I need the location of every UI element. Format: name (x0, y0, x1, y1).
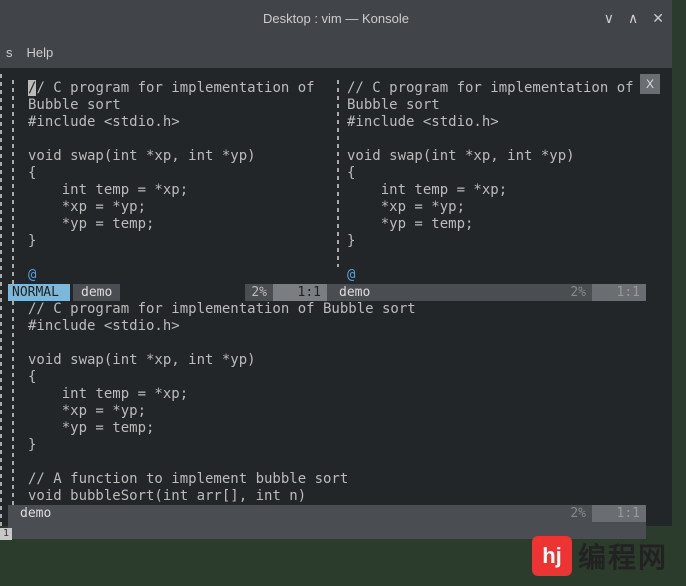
minimize-icon[interactable]: ∨ (604, 10, 614, 27)
cursor-position: 1:1 (273, 284, 327, 301)
fold-gutter (8, 80, 28, 284)
menu-item-help[interactable]: Help (27, 45, 54, 60)
code-bottom[interactable]: // C program for implementation of Bubbl… (28, 301, 646, 505)
vim-editor: // C program for implementation of Bubbl… (8, 80, 646, 526)
logo-text: 编程网 (578, 536, 668, 576)
window-titlebar[interactable]: Desktop : vim — Konsole ∨ ∧ ✕ (0, 0, 672, 36)
file-percent: 2% (564, 505, 592, 522)
end-marker: @ (347, 267, 355, 283)
file-percent: 2% (245, 284, 273, 301)
menu-bar: s Help (0, 36, 672, 68)
logo-icon: hj (532, 536, 572, 576)
filename: demo (73, 284, 120, 301)
fold-gutter (327, 80, 347, 267)
menu-item-left[interactable]: s (6, 45, 13, 60)
fold-gutter (8, 301, 28, 505)
pane-top-right[interactable]: // C program for implementation of Bubbl… (327, 80, 646, 301)
mode-indicator: NORMAL (8, 284, 70, 301)
cursor-position: 1:1 (592, 284, 646, 301)
watermark-logo: hj 编程网 (532, 536, 668, 576)
window-controls: ∨ ∧ ✕ (604, 0, 664, 36)
statusline-top-right: demo 2% 1:1 (327, 284, 646, 301)
maximize-icon[interactable]: ∧ (628, 10, 638, 27)
pane-bottom[interactable]: // C program for implementation of Bubbl… (8, 301, 646, 539)
konsole-window: Desktop : vim — Konsole ∨ ∧ ✕ s Help X /… (0, 0, 672, 526)
cursor-position: 1:1 (592, 505, 646, 522)
left-edge-gutter (0, 74, 2, 526)
filename: demo (327, 284, 378, 301)
ruler-indicator: 1 (0, 528, 12, 540)
file-percent: 2% (564, 284, 592, 301)
pane-top-left[interactable]: // C program for implementation of Bubbl… (8, 80, 327, 301)
window-title: Desktop : vim — Konsole (263, 11, 409, 26)
filename: demo (8, 505, 59, 522)
close-icon[interactable]: ✕ (652, 10, 664, 27)
code-top-left[interactable]: // C program for implementation of Bubbl… (28, 80, 327, 284)
statusline-bottom: demo 2% 1:1 (8, 505, 646, 522)
terminal-area[interactable]: X // C program for implementation of Bub… (0, 68, 672, 526)
end-marker: @ (28, 267, 36, 283)
top-split: // C program for implementation of Bubbl… (8, 80, 646, 301)
statusline-top-left: NORMAL demo 2% 1:1 (8, 284, 327, 301)
code-top-right[interactable]: // C program for implementation of Bubbl… (347, 80, 646, 267)
